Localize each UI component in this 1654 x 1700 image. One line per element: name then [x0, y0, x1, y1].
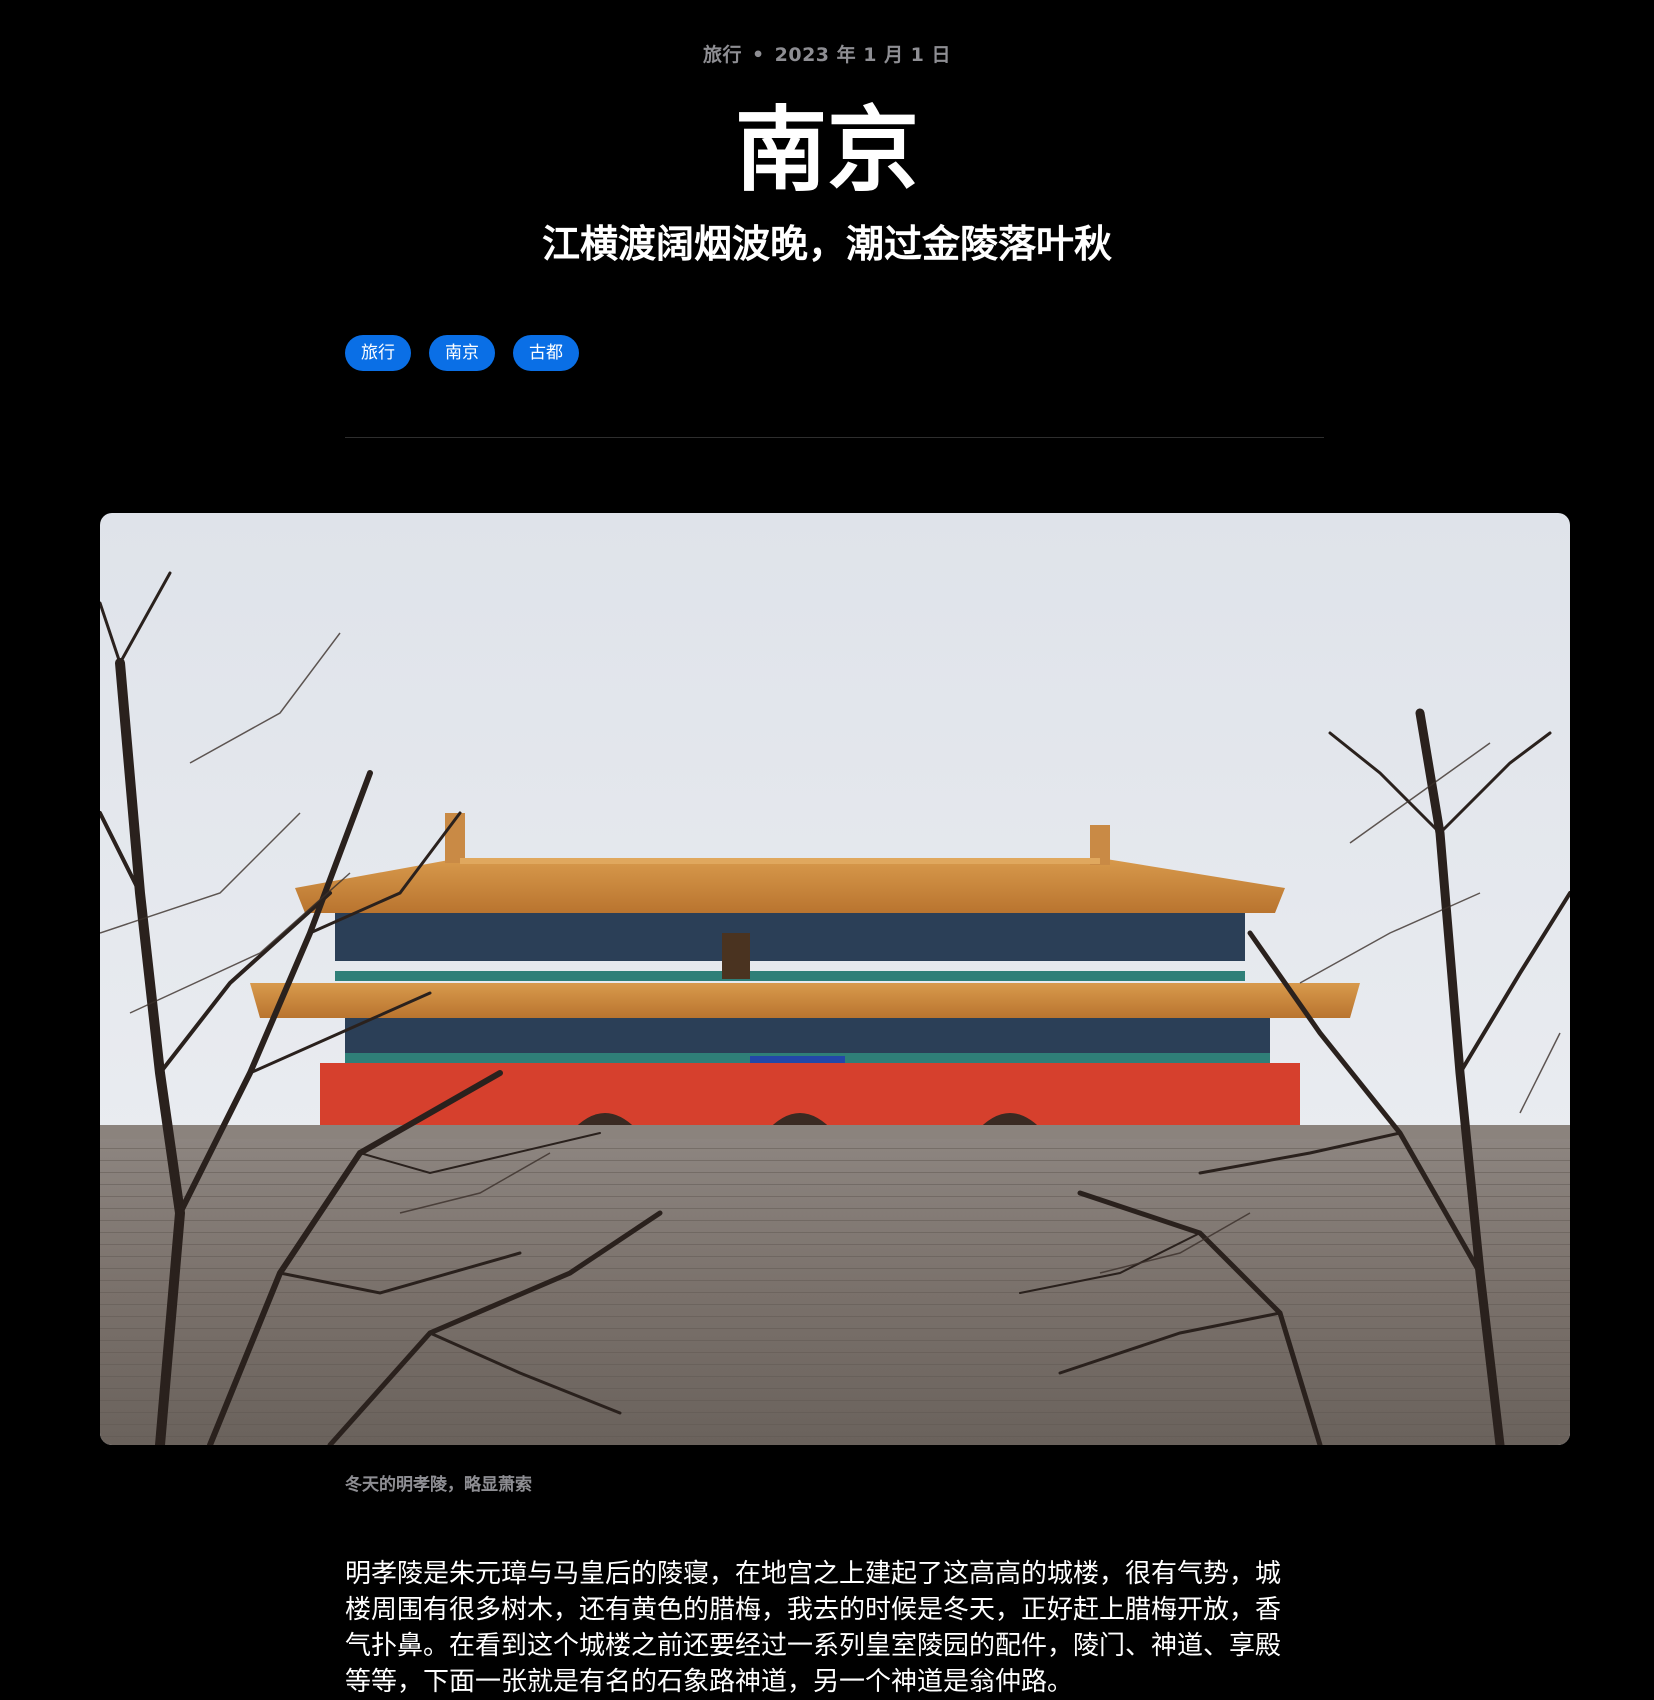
tag-travel[interactable]: 旅行: [345, 335, 411, 371]
article-date: 2023 年 1 月 1 日: [774, 44, 952, 66]
article-category: 旅行: [702, 44, 742, 66]
tag-ancient-capital[interactable]: 古都: [513, 335, 579, 371]
tag-nanjing[interactable]: 南京: [429, 335, 495, 371]
tag-list: 旅行 南京 古都: [345, 335, 579, 371]
article-photo: [100, 513, 1570, 1445]
article-subtitle: 江横渡阔烟波晚，潮过金陵落叶秋: [541, 222, 1112, 266]
header-divider: [345, 437, 1324, 438]
meta-separator: •: [751, 44, 765, 66]
mausoleum-photo-illustration: [100, 513, 1570, 1445]
article-paragraph: 明孝陵是朱元璋与马皇后的陵寝，在地宫之上建起了这高高的城楼，很有气势，城楼周围有…: [345, 1559, 1282, 1697]
photo-caption: 冬天的明孝陵，略显萧索: [345, 1475, 532, 1495]
article-title: 南京: [734, 97, 919, 204]
article-meta: 旅行 • 2023 年 1 月 1 日: [0, 40, 1654, 67]
